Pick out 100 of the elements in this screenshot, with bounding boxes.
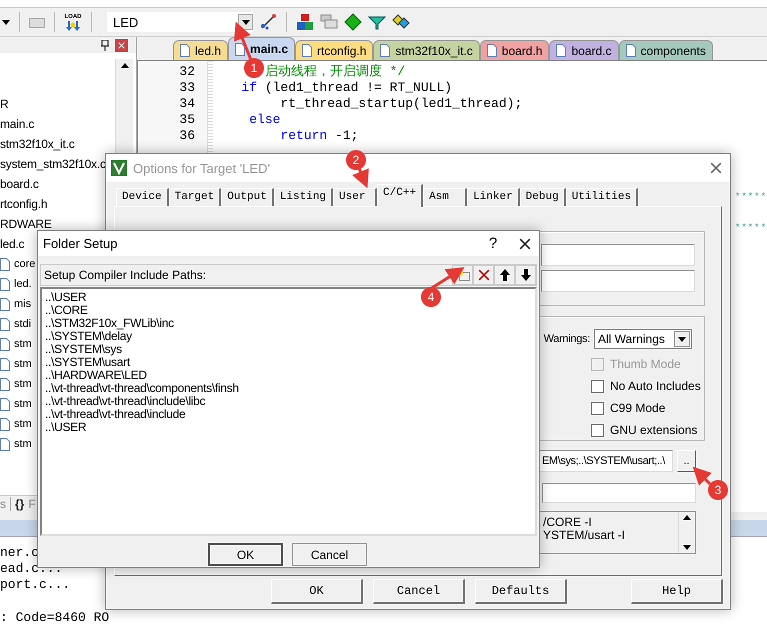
pin-icon[interactable] [101,40,109,50]
file-icon [380,44,390,57]
tree-item[interactable]: stm [14,338,32,350]
path-item[interactable]: ..\vt-thread\vt-thread\include\libc [45,395,206,408]
input-field[interactable] [542,483,696,503]
code-text: 启动线程，开启调度 */ [264,64,406,79]
dialog-tab[interactable]: User [333,188,378,206]
code-text: -1; [335,128,358,143]
tree-item[interactable]: stm [14,418,32,430]
annotation-arrow [234,22,252,61]
dialog-button[interactable]: OK [271,579,363,604]
path-item[interactable]: ..\USER [45,291,86,304]
dialog-tab[interactable]: Debug [520,188,566,206]
tree-item[interactable]: main.c [0,117,34,131]
file-tab[interactable]: board.c [549,40,619,60]
tree-item[interactable]: stm [14,398,32,410]
delete-button[interactable] [473,265,494,285]
control-text: YSTEM/usart -I [543,529,626,542]
dialog-tab[interactable]: Listing [274,188,334,206]
dialog-tab[interactable]: Output [221,188,274,206]
diamonds-icon[interactable] [392,13,410,31]
file-icon [556,44,566,57]
magic-wand-icon[interactable] [259,13,277,31]
control-text: /CORE -I [543,516,592,529]
comment-text: ***** [734,223,767,233]
help-button[interactable]: ? [473,235,513,252]
checkbox-label: GNU extensions [610,423,698,437]
checkbox[interactable] [591,402,604,414]
comment-text: ***** [734,192,767,202]
dialog-tab[interactable]: Linker [467,188,520,206]
dialog-title: Options for Target 'LED' [133,160,271,176]
output-line: ner.c [0,545,40,561]
close-icon[interactable] [519,238,531,250]
file-tab[interactable]: led.h [173,40,228,60]
file-tab[interactable]: main.c [228,37,296,60]
tree-item[interactable]: stm [14,378,32,390]
output-line: : Code=8460 RO [0,610,110,626]
windows-icon[interactable] [320,14,338,30]
checkbox[interactable] [591,424,604,436]
path-item[interactable]: ..\SYSTEM\sys [45,343,122,356]
dialog-button[interactable]: Cancel [373,579,465,604]
dialog-button[interactable]: Defaults [475,579,567,604]
down-arrow-icon [520,269,532,281]
close-button[interactable] [115,38,128,52]
tree-item[interactable]: board.c [0,177,39,191]
tree-item[interactable]: mis [14,298,32,310]
warnings-select[interactable]: All Warnings [594,329,692,349]
file-tab[interactable]: components [618,40,713,60]
dialog-button[interactable]: Cancel [292,543,367,566]
file-tab[interactable]: rtconfig.h [295,40,374,60]
checkbox[interactable] [591,380,604,392]
file-icon [302,44,312,57]
file-tab[interactable]: board.h [480,40,550,60]
down-caret-icon[interactable] [683,545,691,550]
tree-item[interactable]: led. [14,278,32,290]
path-item[interactable]: ..\CORE [45,304,88,317]
dialog-button[interactable]: Help [631,579,723,604]
braces-glyph: {} [15,497,24,511]
down-caret-icon[interactable] [678,336,686,342]
path-item[interactable]: ..\SYSTEM\usart [45,356,130,369]
browse-button[interactable]: .. [677,450,696,472]
path-item[interactable]: ..\vt-thread\vt-thread\components\finsh [45,382,239,395]
tree-item[interactable]: RDWARE [0,217,52,231]
tree-item[interactable]: stm32f10x_it.c [0,137,75,151]
path-item[interactable]: ..\USER [45,421,86,434]
tree-item[interactable]: stm [14,438,32,450]
file-tab[interactable]: stm32f10x_it.c [373,40,480,60]
target-select[interactable]: LED [107,12,253,32]
code-text: if [241,80,258,95]
diamond-icon[interactable] [344,13,362,31]
path-item[interactable]: ..\HARDWARE\LED [45,369,147,382]
dialog-tab[interactable]: Utilities [566,188,638,206]
dialog-tab[interactable]: Device [116,188,169,206]
funnel-icon[interactable] [368,14,386,30]
include-paths-field[interactable]: EM\sys;..\SYSTEM\usart;..\ [539,450,673,472]
path-item[interactable]: ..\STM32F10x_FWLib\inc [45,317,174,330]
tree-item[interactable]: rtconfig.h [0,197,48,211]
file-icon [486,44,497,57]
dropdown-caret-icon[interactable] [2,20,10,24]
tree-item[interactable]: system_stm32f10x.c [0,157,106,171]
dialog-tab[interactable]: C/C++ [377,184,424,207]
input-field[interactable] [541,270,695,292]
path-item[interactable]: ..\vt-thread\vt-thread\include [45,408,186,421]
move-down-button[interactable] [515,265,536,285]
input-field[interactable] [541,244,695,266]
dialog-tab[interactable]: Target [168,188,222,206]
code-text: else [249,112,280,127]
tree-item[interactable]: led.c [0,237,24,251]
tree-item[interactable]: stm [14,358,32,370]
path-item[interactable]: ..\SYSTEM\delay [45,330,132,343]
tree-item[interactable]: R [0,97,8,111]
dialog-button[interactable]: OK [208,543,283,566]
move-up-button[interactable] [494,265,515,285]
blocks-icon[interactable] [296,13,314,31]
dialog-tab[interactable]: Asm [423,188,468,206]
tree-item[interactable]: core [14,258,36,270]
field-label: Warnings: [544,333,590,345]
tree-item[interactable]: stdi [14,318,32,330]
down-caret-icon[interactable] [242,20,250,24]
up-caret-icon[interactable] [120,63,128,68]
